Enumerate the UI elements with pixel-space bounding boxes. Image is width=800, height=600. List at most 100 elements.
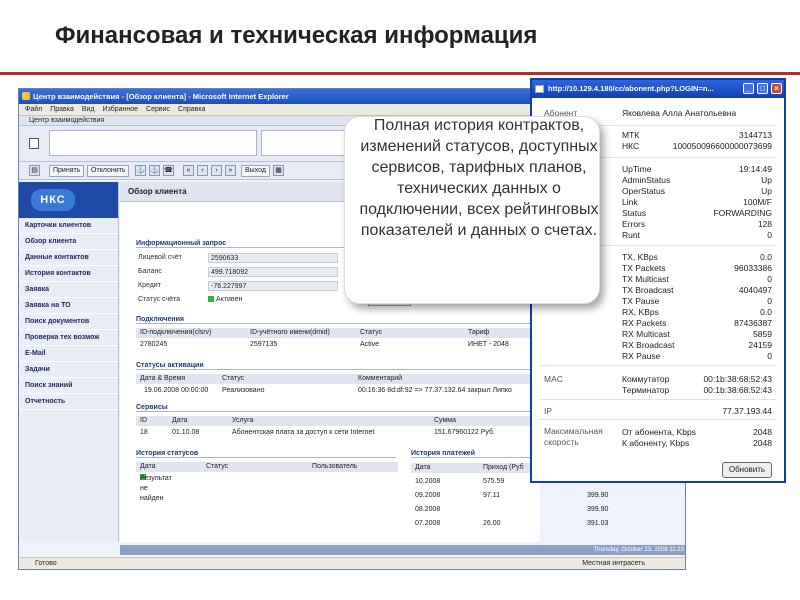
traffic-line: RX Packets 87436387 bbox=[622, 318, 772, 328]
reject-button[interactable]: Отклонить bbox=[87, 165, 130, 177]
status-label: Статус счёта bbox=[138, 296, 181, 303]
sidebar-item-request[interactable]: Заявка bbox=[19, 282, 118, 298]
history-empty-row: Результат не найден bbox=[136, 474, 398, 502]
phone-icon[interactable]: ☎ bbox=[163, 165, 174, 176]
slide-title: Финансовая и техническая информация bbox=[55, 22, 538, 49]
traffic-key: RX Broadcast bbox=[622, 340, 675, 350]
payment-row[interactable]: 07.2008 26.00 391.03 bbox=[411, 519, 683, 529]
status-ok-icon bbox=[208, 296, 214, 303]
accept-button[interactable]: Принять bbox=[49, 165, 85, 177]
date-bar: Thursday, October 23, 2008 11:23 bbox=[120, 545, 685, 555]
table-row[interactable]: 18 01.10.08 Абонентская плата за доступ к … bbox=[136, 428, 536, 438]
ip-label: IP bbox=[544, 406, 553, 416]
maximize-icon[interactable]: □ bbox=[757, 83, 768, 94]
close-icon[interactable]: × bbox=[771, 83, 782, 94]
sidebar-item-clients[interactable]: Карточки клиентов bbox=[19, 218, 118, 234]
status-val: Up bbox=[761, 186, 772, 196]
cell: Реализовано bbox=[222, 387, 265, 394]
traffic-line: TX Multicast 0 bbox=[622, 274, 772, 284]
status-text: Готово bbox=[35, 560, 57, 567]
sidebar-item-contact-history[interactable]: История контактов bbox=[19, 266, 118, 282]
cell: 2780245 bbox=[140, 341, 168, 348]
menu-file[interactable]: Файл bbox=[25, 106, 42, 113]
browser-status-bar: Готово Местная интрасеть bbox=[19, 557, 685, 569]
refresh-button[interactable]: Обновить bbox=[722, 462, 772, 478]
anchor-icon-2[interactable]: ⚓ bbox=[149, 165, 160, 176]
grid-icon[interactable]: ▦ bbox=[273, 165, 284, 176]
traffic-line: RX, KBps 0.0 bbox=[622, 307, 772, 317]
sidebar-item-to-request[interactable]: Заявка на ТО bbox=[19, 298, 118, 314]
info-box-left bbox=[49, 130, 257, 156]
document-icon[interactable] bbox=[29, 138, 39, 149]
status-key: Status bbox=[622, 208, 647, 218]
menu-view[interactable]: Вид bbox=[82, 106, 95, 113]
traffic-val: 0.0 bbox=[760, 307, 772, 317]
minimize-icon[interactable]: _ bbox=[743, 83, 754, 94]
sidebar-item-reports[interactable]: Отчетность bbox=[19, 394, 118, 410]
menu-favorites[interactable]: Избранное bbox=[103, 106, 138, 113]
status-key: UpTime bbox=[622, 164, 652, 174]
traffic-line: RX Broadcast 24159 bbox=[622, 340, 772, 350]
nks-line: НКС 100050096600000073699 bbox=[622, 141, 772, 151]
exit-button[interactable]: Выход bbox=[241, 165, 270, 177]
table-row[interactable]: 19.06.2008 00:00:00 Реализовано 00:16:36 8… bbox=[136, 386, 536, 396]
last-icon[interactable]: » bbox=[225, 165, 236, 176]
services-section-title: Сервисы bbox=[136, 404, 536, 412]
payment-row[interactable]: 09.2008 97.11 399.90 bbox=[411, 491, 683, 501]
menu-help[interactable]: Справка bbox=[178, 106, 205, 113]
mac-val: 00:1b:38:68:52:43 bbox=[703, 385, 772, 395]
speed-key: К абоненту, Kbps bbox=[622, 438, 690, 448]
cell: 575.59 bbox=[483, 478, 505, 485]
traffic-key: RX Multicast bbox=[622, 329, 670, 339]
payment-row[interactable]: 08.2008 399.90 bbox=[411, 505, 683, 515]
col-header: Приход (Руб bbox=[483, 464, 524, 471]
status-value: Активен bbox=[208, 296, 242, 303]
cell: Active bbox=[360, 341, 380, 348]
sidebar-item-knowledge[interactable]: Поиск знаний bbox=[19, 378, 118, 394]
menu-edit[interactable]: Правка bbox=[50, 106, 74, 113]
status-line: Status FORWARDING bbox=[622, 208, 772, 218]
sidebar-item-doc-search[interactable]: Поиск документов bbox=[19, 314, 118, 330]
table-row[interactable]: 2780245 2597135 Active ИНЕТ - 2048 bbox=[136, 340, 536, 350]
col-header: Дата & Время bbox=[140, 375, 186, 382]
mac-key: Коммутатор bbox=[622, 374, 670, 384]
speed-block: Максимальная скорость От абонента, Kbps 2… bbox=[540, 426, 776, 454]
traffic-line: RX Multicast 5859 bbox=[622, 329, 772, 339]
anchor-icon[interactable]: ⚓ bbox=[135, 165, 146, 176]
status-key: AdminStatus bbox=[622, 175, 671, 185]
traffic-val: 5859 bbox=[753, 329, 772, 339]
balance-field[interactable]: 499.718092 bbox=[208, 267, 338, 277]
first-icon[interactable]: « bbox=[183, 165, 194, 176]
col-header: Дата bbox=[415, 464, 431, 471]
account-field[interactable]: 2590633 bbox=[208, 253, 338, 263]
speed-val: 2048 bbox=[753, 427, 772, 437]
mtk-value: 3144713 bbox=[738, 130, 772, 140]
sidebar-item-contacts[interactable]: Данные контактов bbox=[19, 250, 118, 266]
next-icon[interactable]: › bbox=[211, 165, 222, 176]
nks-value: 100050096600000073699 bbox=[672, 141, 772, 151]
prev-icon[interactable]: ‹ bbox=[197, 165, 208, 176]
page-icon bbox=[535, 85, 544, 93]
status-line: Link 100M/F bbox=[622, 197, 772, 207]
status-key: Link bbox=[622, 197, 638, 207]
status-line: Runt 0 bbox=[622, 230, 772, 240]
print-icon[interactable]: ▤ bbox=[29, 165, 40, 176]
history-header: Дата Статус Пользователь bbox=[136, 462, 398, 472]
popup-title-bar: http://10.129.4.180/cc/abonent.php?LOGIN… bbox=[532, 80, 784, 98]
status-line: Errors 128 bbox=[622, 219, 772, 229]
sidebar-item-email[interactable]: E-Mail bbox=[19, 346, 118, 362]
logo: НКС bbox=[31, 189, 75, 211]
ie-icon bbox=[22, 92, 30, 100]
sidebar-item-overview[interactable]: Обзор клиента bbox=[19, 234, 118, 250]
sidebar-item-tech-check[interactable]: Проверка тех возмож bbox=[19, 330, 118, 346]
traffic-val: 24159 bbox=[748, 340, 772, 350]
sidebar-item-tasks[interactable]: Задачи bbox=[19, 362, 118, 378]
credit-field[interactable]: -76.227997 bbox=[208, 281, 338, 291]
cell: 01.10.08 bbox=[172, 429, 200, 436]
traffic-key: TX Pause bbox=[622, 296, 660, 306]
menu-tools[interactable]: Сервис bbox=[146, 106, 170, 113]
traffic-val: 0.0 bbox=[760, 252, 772, 262]
mac-val: 00:1b:38:68:52:43 bbox=[703, 374, 772, 384]
cell: 2597135 bbox=[250, 341, 278, 348]
mac-label: MAC bbox=[544, 374, 563, 384]
